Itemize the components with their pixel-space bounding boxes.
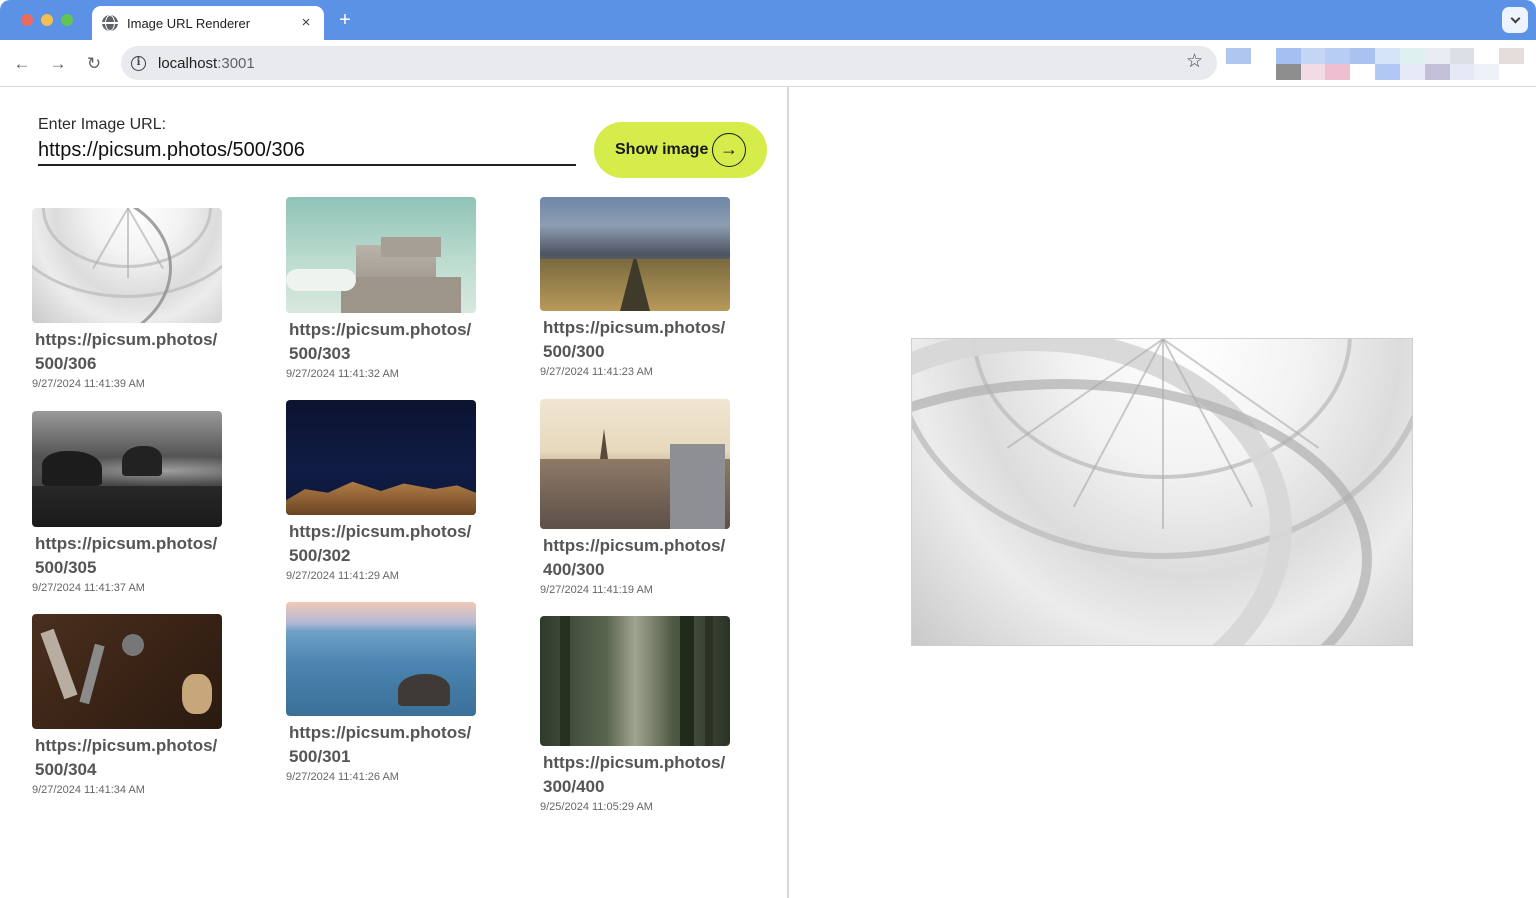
- address-bar[interactable]: i localhost:3001 ☆: [121, 46, 1217, 80]
- browser-titlebar: Image URL Renderer × +: [0, 0, 1536, 40]
- globe-icon: [102, 15, 118, 31]
- site-info-icon[interactable]: i: [131, 55, 146, 71]
- blurred-pixel: [1449, 48, 1475, 64]
- blurred-pixel: [1375, 64, 1400, 80]
- blurred-pixel: [1325, 64, 1351, 80]
- blurred-pixel: [1350, 48, 1375, 64]
- blurred-pixel: [1449, 64, 1475, 80]
- thumbnail-image[interactable]: [540, 616, 730, 746]
- history-card[interactable]: https://picsum.photos/400/300 9/27/2024 …: [540, 399, 740, 596]
- chevron-down-icon: [1510, 13, 1520, 23]
- close-tab-icon[interactable]: ×: [298, 15, 314, 31]
- card-url: https://picsum.photos/500/304: [35, 736, 218, 779]
- new-tab-button[interactable]: +: [334, 9, 356, 31]
- minimize-window-button[interactable]: [41, 14, 53, 26]
- blurred-pixel: [1275, 64, 1301, 80]
- reload-button[interactable]: ↻: [82, 52, 106, 76]
- blurred-pixel: [1300, 64, 1326, 80]
- thumbnail-image[interactable]: [286, 197, 476, 313]
- thumbnail-image[interactable]: [32, 411, 222, 527]
- blurred-pixel: [1275, 48, 1301, 64]
- card-timestamp: 9/27/2024 11:41:29 AM: [286, 570, 399, 582]
- forward-button[interactable]: →: [46, 52, 70, 76]
- arrow-right-icon: →: [712, 133, 746, 167]
- blurred-pixel: [1226, 64, 1251, 80]
- blurred-pixel: [1399, 48, 1425, 64]
- image-url-input[interactable]: [38, 136, 576, 166]
- blurred-pixel: [1499, 64, 1524, 80]
- card-timestamp: 9/27/2024 11:41:19 AM: [540, 584, 653, 596]
- browser-toolbar: ← → ↻ i localhost:3001 ☆: [0, 40, 1536, 87]
- blurred-pixel: [1424, 48, 1450, 64]
- history-card[interactable]: https://picsum.photos/500/305 9/27/2024 …: [32, 411, 232, 594]
- blurred-extensions-area: [1226, 48, 1524, 80]
- thumbnail-image[interactable]: [286, 602, 476, 716]
- blurred-pixel: [1300, 48, 1326, 64]
- blurred-pixel: [1375, 48, 1400, 64]
- tab-title: Image URL Renderer: [127, 15, 251, 31]
- history-card[interactable]: https://picsum.photos/500/303 9/27/2024 …: [286, 197, 486, 380]
- card-url: https://picsum.photos/500/303: [289, 320, 472, 363]
- thumbnail-image[interactable]: [32, 614, 222, 729]
- card-timestamp: 9/27/2024 11:41:26 AM: [286, 771, 399, 783]
- blurred-pixel: [1250, 48, 1276, 64]
- blurred-pixel: [1499, 48, 1524, 64]
- card-timestamp: 9/27/2024 11:41:39 AM: [32, 378, 145, 390]
- card-url: https://picsum.photos/500/305: [35, 534, 218, 577]
- url-input-label: Enter Image URL:: [38, 116, 167, 133]
- card-url: https://picsum.photos/500/300: [543, 318, 726, 361]
- url-port: :3001: [217, 54, 255, 72]
- blurred-pixel: [1474, 48, 1500, 64]
- tab-search-button[interactable]: [1502, 7, 1528, 33]
- blurred-pixel: [1250, 64, 1276, 80]
- blurred-pixel: [1350, 64, 1375, 80]
- card-url: https://picsum.photos/400/300: [543, 536, 726, 579]
- bookmark-star-icon[interactable]: ☆: [1186, 52, 1203, 72]
- blurred-pixel: [1424, 64, 1450, 80]
- history-card[interactable]: https://picsum.photos/300/400 9/25/2024 …: [540, 616, 740, 813]
- show-image-label: Show image: [615, 141, 709, 158]
- card-url: https://picsum.photos/500/301: [289, 723, 472, 766]
- thumbnail-image[interactable]: [540, 197, 730, 311]
- card-url: https://picsum.photos/300/400: [543, 753, 726, 796]
- blurred-pixel: [1226, 48, 1251, 64]
- blurred-pixel: [1325, 48, 1351, 64]
- close-window-button[interactable]: [21, 14, 33, 26]
- back-button[interactable]: ←: [10, 52, 34, 76]
- thumbnail-image[interactable]: [540, 399, 730, 529]
- maximize-window-button[interactable]: [61, 14, 73, 26]
- image-preview: [911, 338, 1413, 646]
- blurred-pixel: [1474, 64, 1500, 80]
- card-timestamp: 9/27/2024 11:41:37 AM: [32, 582, 145, 594]
- card-timestamp: 9/27/2024 11:41:32 AM: [286, 368, 399, 380]
- panel-divider: [787, 87, 789, 898]
- thumbnail-image[interactable]: [32, 208, 222, 323]
- history-card[interactable]: https://picsum.photos/500/301 9/27/2024 …: [286, 602, 486, 783]
- card-url: https://picsum.photos/500/306: [35, 330, 218, 373]
- browser-tab[interactable]: Image URL Renderer ×: [92, 6, 324, 40]
- card-url: https://picsum.photos/500/302: [289, 522, 472, 565]
- card-timestamp: 9/27/2024 11:41:34 AM: [32, 784, 145, 796]
- history-card[interactable]: https://picsum.photos/500/304 9/27/2024 …: [32, 614, 232, 796]
- thumbnail-image[interactable]: [286, 400, 476, 515]
- history-card[interactable]: https://picsum.photos/500/302 9/27/2024 …: [286, 400, 486, 582]
- blurred-pixel: [1399, 64, 1425, 80]
- history-card[interactable]: https://picsum.photos/500/300 9/27/2024 …: [540, 197, 740, 378]
- card-timestamp: 9/27/2024 11:41:23 AM: [540, 366, 653, 378]
- url-host: localhost: [158, 54, 218, 72]
- show-image-button[interactable]: Show image →: [594, 122, 767, 178]
- card-timestamp: 9/25/2024 11:05:29 AM: [540, 801, 653, 813]
- history-card[interactable]: https://picsum.photos/500/306 9/27/2024 …: [32, 208, 232, 390]
